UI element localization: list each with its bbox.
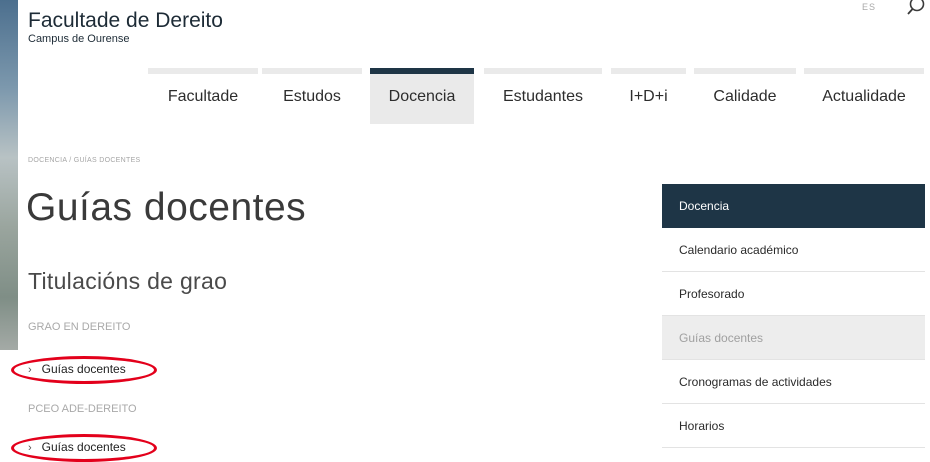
nav-label: Estudantes — [502, 88, 584, 105]
nav-bar — [804, 68, 924, 74]
breadcrumb[interactable]: DOCENCIA / GUÍAS DOCENTES — [28, 157, 141, 164]
header-photo — [0, 0, 18, 350]
sidebar-menu: Docencia Calendario académico Profesorad… — [662, 184, 925, 448]
site-brand[interactable]: Facultade de Dereito Campus de Ourense — [28, 8, 223, 45]
annotation-circle — [11, 356, 157, 384]
sidebar-item-calendario[interactable]: Calendario académico — [662, 228, 925, 272]
nav-bar — [484, 68, 602, 74]
section-title: Titulacións de grao — [28, 268, 228, 294]
nav-bar — [148, 68, 258, 74]
nav-label: Estudos — [283, 88, 341, 105]
page-title: Guías docentes — [26, 186, 307, 229]
sidebar-item-profesorado[interactable]: Profesorado — [662, 272, 925, 316]
nav-label: Docencia — [388, 88, 456, 105]
nav-item-estudantes[interactable]: Estudantes — [484, 68, 602, 124]
nav-item-calidade[interactable]: Calidade — [694, 68, 796, 124]
nav-item-estudos[interactable]: Estudos — [262, 68, 362, 124]
nav-item-idi[interactable]: I+D+i — [611, 68, 686, 124]
sidebar-item-horarios[interactable]: Horarios — [662, 404, 925, 448]
sidebar-item-guias[interactable]: Guías docentes — [662, 316, 925, 360]
nav-bar — [694, 68, 796, 74]
sidebar-header[interactable]: Docencia — [662, 184, 925, 228]
nav-item-actualidade[interactable]: Actualidade — [804, 68, 924, 124]
site-subtitle: Campus de Ourense — [28, 33, 130, 45]
sidebar-item-cronogramas[interactable]: Cronogramas de actividades — [662, 360, 925, 404]
nav-item-facultade[interactable]: Facultade — [148, 68, 258, 124]
search-icon[interactable] — [904, 0, 928, 18]
language-link[interactable]: ES — [862, 2, 876, 12]
nav-bar — [262, 68, 362, 74]
nav-label: Facultade — [167, 88, 239, 105]
nav-item-docencia[interactable]: Docencia — [370, 68, 474, 124]
nav-bar — [370, 68, 474, 74]
nav-label: Calidade — [713, 88, 777, 105]
nav-bar — [611, 68, 686, 74]
degree-label: GRAO EN DEREITO — [28, 321, 131, 333]
site-title[interactable]: Facultade de Dereito — [28, 8, 223, 34]
nav-label: Actualidade — [822, 88, 906, 105]
degree-label: PCEO ADE-DEREITO — [28, 403, 137, 415]
nav-label: I+D+i — [629, 88, 668, 105]
